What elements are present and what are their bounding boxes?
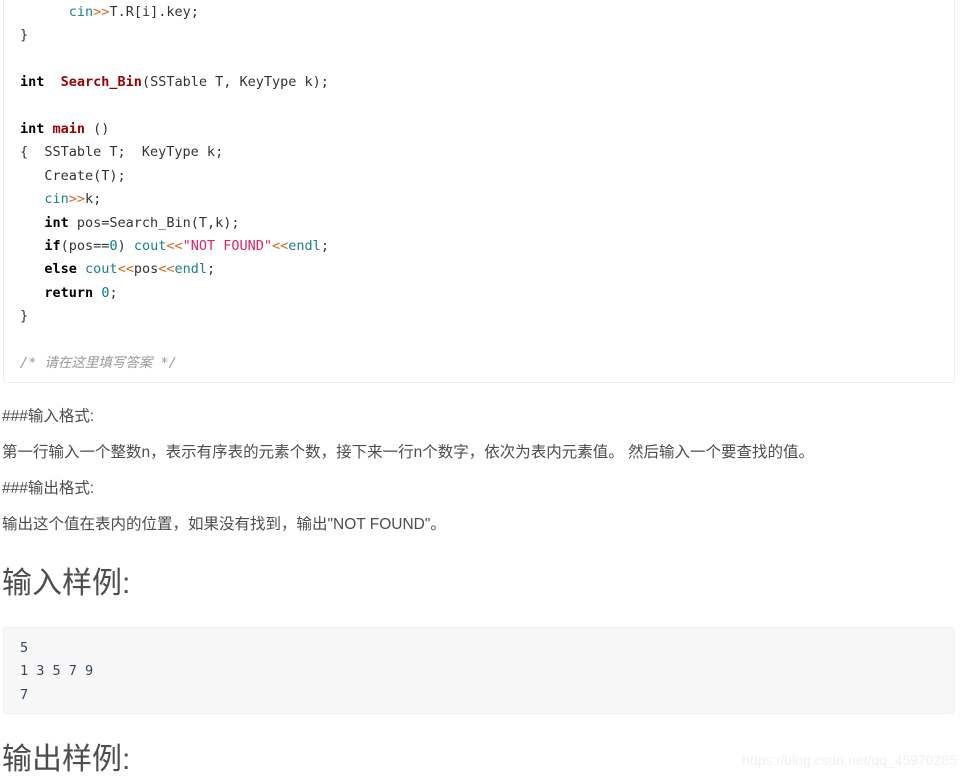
code-line: Create(T);	[20, 165, 938, 188]
code-line: cin>>k;	[20, 188, 938, 211]
code-line: { SSTable T; KeyType k;	[20, 141, 938, 164]
code-token: cout	[85, 261, 118, 278]
code-token: endl	[288, 237, 321, 254]
code-token: <<	[117, 261, 134, 278]
code-token: cout	[133, 237, 167, 254]
input-format-description: 第一行输入一个整数n，表示有序表的元素个数，接下来一行n个数字，依次为表内元素值…	[2, 444, 815, 461]
code-token: ()	[85, 120, 110, 137]
sample-line: 1 3 5 7 9	[20, 663, 94, 680]
input-sample-heading: 输入样例:	[2, 567, 131, 600]
code-token: <<	[166, 237, 183, 254]
code-line: cin>>T.R[i].key;	[20, 1, 938, 24]
code-line: }	[20, 24, 938, 47]
code-token: cin	[44, 191, 69, 208]
code-token: else	[44, 261, 77, 278]
code-token: }	[20, 27, 29, 44]
code-token: int	[20, 120, 45, 137]
output-format-description: 输出这个值在表内的位置，如果没有找到，输出"NOT FOUND"。	[2, 516, 446, 533]
code-content[interactable]: cin>>T.R[i].key;} int Search_Bin(SSTable…	[4, 1, 954, 375]
code-token: (SSTable T, KeyType k);	[141, 74, 329, 91]
code-token: T.R[i].key;	[109, 4, 199, 20]
watermark: https://blog.csdn.net/qq_45970285	[742, 752, 957, 768]
code-block[interactable]: cin>>T.R[i].key;} int Search_Bin(SSTable…	[3, 0, 955, 383]
code-token: }	[20, 308, 29, 325]
code-token: >>	[68, 191, 86, 208]
code-token: ;	[207, 261, 216, 278]
code-token: { SSTable T; KeyType k;	[20, 144, 224, 161]
code-line: int main ()	[20, 118, 938, 141]
code-token: ;	[320, 237, 329, 254]
code-token: <<	[158, 261, 175, 278]
input-sample-block[interactable]: 5 1 3 5 7 9 7	[3, 627, 955, 714]
code-token: endl	[174, 261, 207, 278]
code-token: ;	[109, 284, 118, 301]
code-token: 0	[109, 237, 118, 254]
code-line: int pos=Search_Bin(T,k);	[20, 212, 938, 235]
code-token: return	[44, 284, 94, 301]
code-token: if	[44, 237, 61, 254]
code-token: )	[117, 237, 134, 254]
code-line: /* 请在这里填写答案 */	[20, 352, 938, 375]
output-sample-heading: 输出样例:	[2, 743, 131, 776]
code-token: int	[44, 214, 69, 231]
code-token: (pos==	[60, 237, 110, 254]
code-token: <<	[272, 237, 289, 254]
code-token: Create(T);	[20, 167, 126, 184]
code-token: int	[20, 74, 45, 91]
input-format-heading: ###输入格式:	[2, 408, 95, 425]
code-token: "NOT FOUND"	[182, 237, 273, 254]
code-line: int Search_Bin(SSTable T, KeyType k);	[20, 71, 938, 94]
code-line: }	[20, 305, 938, 328]
code-line: else cout<<pos<<endl;	[20, 258, 938, 281]
code-token: pos	[133, 261, 159, 278]
code-token: /* 请在这里填写答案 */	[20, 354, 177, 371]
code-line: if(pos==0) cout<<"NOT FOUND"<<endl;	[20, 235, 938, 258]
output-format-heading: ###输出格式:	[2, 480, 95, 497]
sample-line: 7	[20, 686, 29, 703]
input-sample-content[interactable]: 5 1 3 5 7 9 7	[4, 637, 954, 707]
code-token: pos=Search_Bin(T,k);	[68, 214, 240, 231]
sample-line: 5	[20, 640, 29, 656]
code-line: return 0;	[20, 282, 938, 305]
code-token: Search_Bin	[60, 74, 142, 91]
code-token: cin	[68, 4, 94, 20]
code-token: >>	[93, 4, 110, 20]
code-token: main	[52, 120, 86, 137]
code-token: k;	[85, 191, 102, 208]
